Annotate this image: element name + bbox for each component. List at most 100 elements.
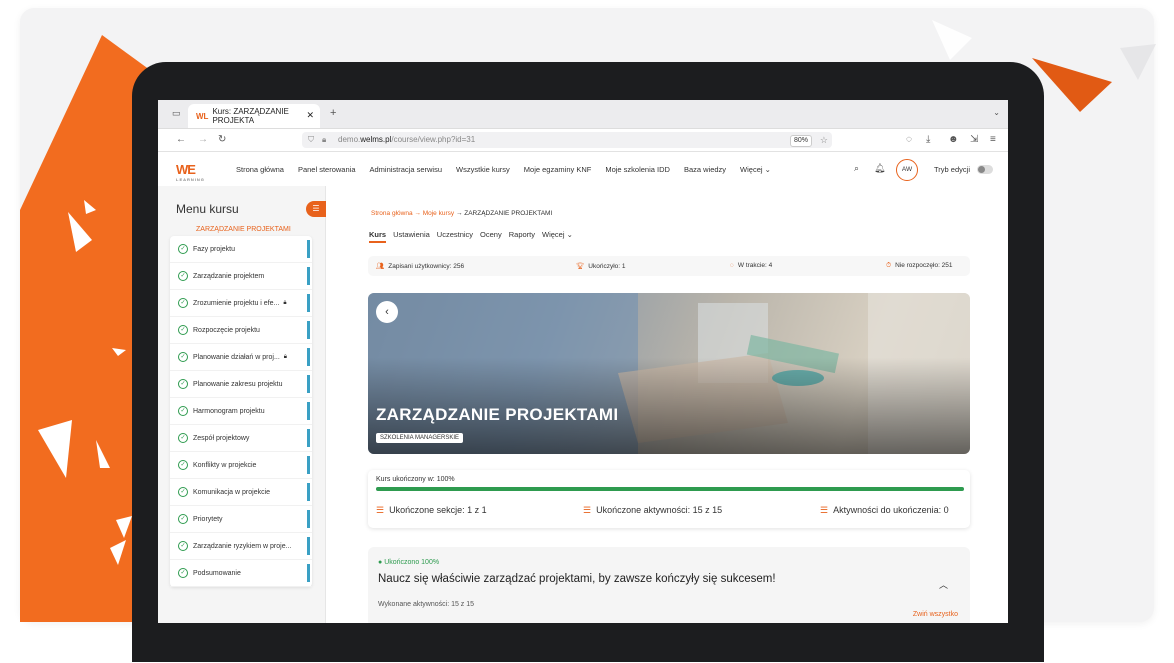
tab-list-icon[interactable]: ▭ bbox=[172, 108, 181, 119]
sidebar-section-item[interactable]: ✓ Harmonogram projektu bbox=[170, 398, 312, 425]
tab-grades[interactable]: Oceny bbox=[480, 230, 502, 243]
check-circle-icon: ✓ bbox=[178, 352, 188, 362]
stat-completed-text: Ukończyło: 1 bbox=[588, 263, 626, 270]
course-category-badge[interactable]: SZKOLENIA MANAGERSKIE bbox=[376, 433, 464, 443]
sidebar-item-label: Priorytety bbox=[193, 515, 223, 523]
course-section-card: ● Ukończono 100% Naucz się właściwie zar… bbox=[368, 547, 970, 623]
sidebar-section-list: ✓ Fazy projektu ✓ Zarządzanie projektem ✓ Zro… bbox=[170, 236, 312, 587]
sidebar-section-item[interactable]: ✓ Planowanie działań w proj... 🔒︎ bbox=[170, 344, 312, 371]
tab-settings[interactable]: Ustawienia bbox=[393, 230, 430, 243]
timer-icon: ⏱︎ bbox=[886, 262, 892, 269]
new-tab-button[interactable]: + bbox=[330, 107, 336, 119]
sidebar-section-item[interactable]: ✓ Konflikty w projekcie bbox=[170, 452, 312, 479]
menu-item-admin[interactable]: Administracja serwisu bbox=[370, 165, 443, 174]
sidebar-toggle-button[interactable]: ☰ bbox=[306, 201, 326, 217]
tab-more[interactable]: Więcej ⌄ bbox=[542, 230, 573, 243]
menu-item-knowledge-base[interactable]: Baza wiedzy bbox=[684, 165, 726, 174]
sidebar-section-item[interactable]: ✓ Rozpoczęcie projektu bbox=[170, 317, 312, 344]
logo-text: WE bbox=[176, 162, 196, 177]
sidebar-section-item[interactable]: ✓ Komunikacja w projekcie bbox=[170, 479, 312, 506]
sidebar-item-label: Zrozumienie projektu i efe... bbox=[193, 299, 280, 307]
section-indicator bbox=[307, 348, 310, 366]
sidebar-section-item[interactable]: ✓ Zarządzanie projektem bbox=[170, 263, 312, 290]
menu-item-more[interactable]: Więcej ⌄ bbox=[740, 165, 771, 174]
collapse-all-link[interactable]: Zwiń wszystko bbox=[913, 611, 958, 618]
sidebar-title: Menu kursu bbox=[176, 202, 239, 216]
sidebar-item-label: Zespół projektowy bbox=[193, 434, 250, 442]
bell-icon[interactable]: 🔔︎ bbox=[874, 163, 885, 174]
menu-item-home[interactable]: Strona główna bbox=[236, 165, 284, 174]
forward-icon[interactable]: → bbox=[198, 134, 208, 145]
edit-mode-toggle[interactable] bbox=[977, 165, 993, 174]
sidebar-section-item[interactable]: ✓ Fazy projektu bbox=[170, 236, 312, 263]
section-status-text: Ukończono 100% bbox=[384, 559, 440, 566]
reload-icon[interactable]: ↻ bbox=[218, 134, 226, 145]
sidebar-item-label: Planowanie działań w proj... bbox=[193, 353, 280, 361]
tab-reports[interactable]: Raporty bbox=[509, 230, 535, 243]
back-button[interactable]: ‹ bbox=[376, 301, 398, 323]
close-tab-icon[interactable]: ✕ bbox=[306, 110, 314, 121]
sidebar-section-item[interactable]: ✓ Zespół projektowy bbox=[170, 425, 312, 452]
check-circle-icon: ✓ bbox=[178, 568, 188, 578]
avatar[interactable]: AW bbox=[896, 159, 918, 181]
sidebar-section-item[interactable]: ✓ Priorytety bbox=[170, 506, 312, 533]
hamburger-menu-icon[interactable]: ≡ bbox=[990, 134, 996, 145]
stat-enrolled-text: Zapisani użytkownicy: 256 bbox=[388, 263, 465, 270]
menu-item-dashboard[interactable]: Panel sterowania bbox=[298, 165, 356, 174]
sidebar-item-label: Planowanie zakresu projektu bbox=[193, 380, 283, 388]
extensions-icon[interactable]: ⇲ bbox=[970, 134, 978, 145]
bookmark-star-icon[interactable]: ☆ bbox=[820, 132, 828, 148]
breadcrumb-my-courses[interactable]: Moje kursy bbox=[423, 210, 454, 217]
sidebar-item-label: Konflikty w projekcie bbox=[193, 461, 257, 469]
url-field[interactable]: ⛉ 🔒︎ demo.welms.pl/course/view.php?id=31… bbox=[302, 132, 832, 148]
lock-icon: 🔒︎ bbox=[283, 299, 287, 306]
chevron-up-icon[interactable]: ︿ bbox=[939, 578, 948, 591]
tab-course[interactable]: Kurs bbox=[369, 230, 387, 243]
section-indicator bbox=[307, 483, 310, 501]
pocket-icon[interactable]: ◌ bbox=[906, 134, 912, 145]
sidebar-section-item[interactable]: ✓ Planowanie zakresu projektu bbox=[170, 371, 312, 398]
sidebar-item-label: Harmonogram projektu bbox=[193, 407, 265, 415]
sidebar-section-item[interactable]: ✓ Podsumowanie bbox=[170, 560, 312, 587]
sidebar-item-label: Podsumowanie bbox=[193, 569, 241, 577]
tabs-dropdown-icon[interactable]: ⌄ bbox=[993, 108, 1000, 117]
sidebar-section-item[interactable]: ✓ Zarządzanie ryzykiem w proje... bbox=[170, 533, 312, 560]
check-circle-icon: ✓ bbox=[178, 514, 188, 524]
tab-participants[interactable]: Uczestnicy bbox=[437, 230, 473, 243]
check-circle-icon: ✓ bbox=[178, 244, 188, 254]
list-icon: ☰ bbox=[820, 505, 829, 515]
check-circle-icon: ✓ bbox=[178, 487, 188, 497]
course-progress-card: Kurs ukończony w: 100% ☰ Ukończone sekcje… bbox=[368, 470, 970, 528]
main-content: Strona główna → Moje kursy → ZARZĄDZANIE… bbox=[326, 186, 1008, 623]
site-navbar: WE LEARNING Strona główna Panel sterowani… bbox=[158, 152, 1008, 189]
menu-item-all-courses[interactable]: Wszystkie kursy bbox=[456, 165, 510, 174]
menu-item-idd-trainings[interactable]: Moje szkolenia IDD bbox=[605, 165, 670, 174]
remaining-activities-text: Aktywności do ukończenia: 0 bbox=[833, 505, 949, 515]
url-domain: welms.pl bbox=[360, 135, 392, 144]
section-indicator bbox=[307, 564, 310, 582]
section-indicator bbox=[307, 429, 310, 447]
search-icon[interactable]: ⌕ bbox=[854, 163, 859, 174]
sidebar-course-name: ZARZĄDZANIE PROJEKTAMI bbox=[196, 226, 291, 233]
zoom-level[interactable]: 80% bbox=[789, 135, 812, 147]
spinner-icon: ◌ bbox=[730, 262, 734, 269]
browser-tab[interactable]: WL Kurs: ZARZĄDZANIE PROJEKTA ✕ bbox=[188, 104, 320, 128]
section-indicator bbox=[307, 402, 310, 420]
progress-fill bbox=[376, 487, 964, 491]
progress-bar bbox=[376, 487, 964, 491]
back-icon[interactable]: ← bbox=[176, 134, 186, 145]
trophy-icon: 🏆︎ bbox=[576, 263, 585, 270]
sidebar-item-label: Fazy projektu bbox=[193, 245, 236, 253]
menu-item-knf-exams[interactable]: Moje egzaminy KNF bbox=[524, 165, 592, 174]
sidebar-section-item[interactable]: ✓ Zrozumienie projektu i efe... 🔒︎ bbox=[170, 290, 312, 317]
completed-sections-text: Ukończone sekcje: 1 z 1 bbox=[389, 505, 487, 515]
hero-gradient bbox=[368, 293, 970, 454]
check-circle-icon: ✓ bbox=[178, 433, 188, 443]
welms-logo[interactable]: WE LEARNING bbox=[176, 162, 205, 182]
address-bar-row: ← → ↻ ⛉ 🔒︎ demo.welms.pl/course/view.php?i… bbox=[158, 129, 1008, 152]
completed-activities: ☰ Ukończone aktywności: 15 z 15 bbox=[583, 505, 722, 516]
check-circle-icon: ✓ bbox=[178, 379, 188, 389]
downloads-icon[interactable]: ⤓ bbox=[926, 134, 930, 145]
account-icon[interactable]: ☻ bbox=[948, 134, 959, 145]
breadcrumb-home[interactable]: Strona główna bbox=[371, 210, 413, 217]
